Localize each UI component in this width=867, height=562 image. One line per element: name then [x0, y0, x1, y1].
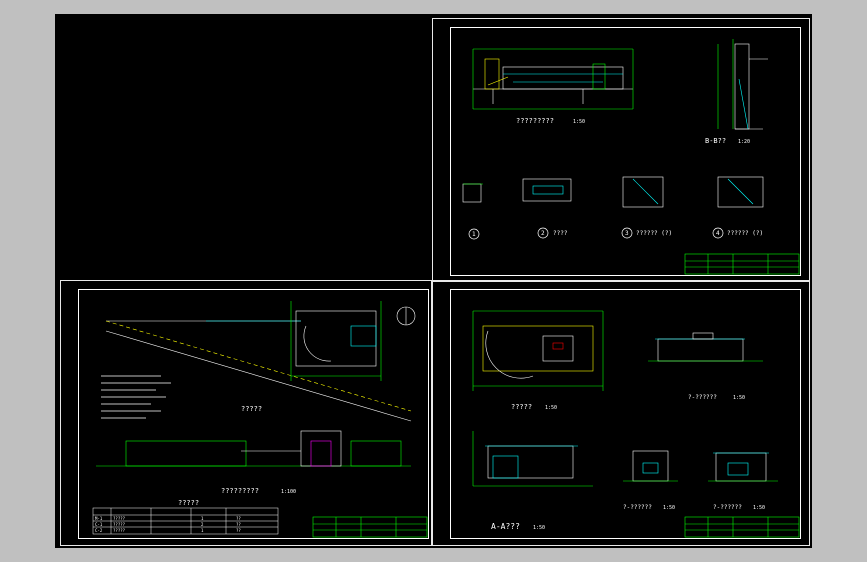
section-a-a — [472, 431, 593, 487]
elevation-1-scale: 1:50 — [733, 395, 745, 401]
section-scale: 1:20 — [738, 139, 750, 145]
row-3-type: ????? — [113, 528, 126, 533]
detail-2-label: ???? — [553, 230, 568, 237]
row-1-note: ?? — [236, 516, 241, 521]
elevation-title: ????????? — [221, 487, 259, 495]
elevation-1-title: ?-?????? — [688, 394, 717, 401]
elevation-2-scale: 1:50 — [663, 505, 675, 511]
detail-3-label: ?????? (?) — [636, 230, 672, 237]
cad-workspace: ????????? 1:50 B-B?? 1:20 1 2 ???? 3 ???… — [0, 0, 867, 562]
model-space-viewport[interactable]: ????????? 1:50 B-B?? 1:20 1 2 ???? 3 ???… — [55, 14, 812, 548]
row-1-qty: 1 — [201, 516, 204, 521]
title-block-bl — [312, 516, 428, 538]
row-2-qty: 2 — [201, 522, 204, 527]
section-scale: 1:50 — [533, 525, 545, 531]
sheet-bottom-right[interactable]: ????? 1:50 ?-?????? 1:50 A-A??? 1:50 ?-?… — [432, 280, 810, 546]
sheet-bottom-right-drawing: ????? 1:50 ?-?????? 1:50 A-A??? 1:50 ?-?… — [472, 310, 800, 538]
elevation-3 — [708, 452, 778, 482]
detail-3-number: 3 — [625, 230, 629, 237]
entrance-elevation — [472, 48, 634, 110]
row-1-type: ????? — [113, 516, 126, 521]
elevation-title: ????????? — [516, 117, 554, 125]
elevation-2 — [623, 450, 678, 482]
elevation-scale: 1:100 — [281, 489, 296, 495]
plan-title: ????? — [511, 403, 532, 411]
plan-scale: 1:50 — [545, 405, 557, 411]
detail-2-number: 2 — [541, 230, 545, 237]
site-elevation — [96, 430, 411, 467]
row-3-note: ?? — [236, 528, 241, 533]
detail-4-label: ?????? (?) — [727, 230, 763, 237]
row-3-code: C-2 — [95, 528, 103, 533]
title-block-tr — [684, 253, 800, 275]
detail-4-number: 4 — [716, 230, 720, 237]
detail-markers — [468, 227, 724, 240]
row-2-note: ?? — [236, 522, 241, 527]
sheet-bottom-left[interactable]: ????? ????????? 1:100 ????? M-1 ????? 1 … — [60, 280, 432, 546]
section-title: B-B?? — [705, 137, 726, 145]
site-plan — [105, 301, 416, 422]
sheet-bottom-left-drawing: ????? ????????? 1:100 ????? M-1 ????? 1 … — [92, 301, 428, 538]
elevation-scale: 1:50 — [573, 119, 585, 125]
detail-1-number: 1 — [472, 231, 476, 238]
floor-plan — [472, 310, 604, 391]
row-2-type: ????? — [113, 522, 126, 527]
elevation-3-title: ?-?????? — [713, 504, 742, 511]
door-table-rows: M-1 ????? 1 ?? C-1 ????? 2 ?? C-2 ????? … — [95, 516, 241, 533]
elevation-2-title: ?-?????? — [623, 504, 652, 511]
notes-block — [101, 375, 171, 419]
row-1-code: M-1 — [95, 516, 103, 521]
detail-drawings — [462, 176, 764, 208]
row-3-qty: 1 — [201, 528, 204, 533]
plan-title: ????? — [241, 405, 262, 413]
elevation-1 — [648, 332, 763, 362]
elevation-3-scale: 1:50 — [753, 505, 765, 511]
row-2-code: C-1 — [95, 522, 103, 527]
sheet-top-right[interactable]: ????????? 1:50 B-B?? 1:20 1 2 ???? 3 ???… — [432, 18, 810, 282]
section-b-b — [717, 39, 768, 130]
door-table-title: ????? — [178, 499, 199, 507]
title-block-br — [684, 516, 800, 538]
sheet-top-right-drawing: ????????? 1:50 B-B?? 1:20 1 2 ???? 3 ???… — [462, 39, 800, 275]
section-title: A-A??? — [491, 522, 520, 531]
